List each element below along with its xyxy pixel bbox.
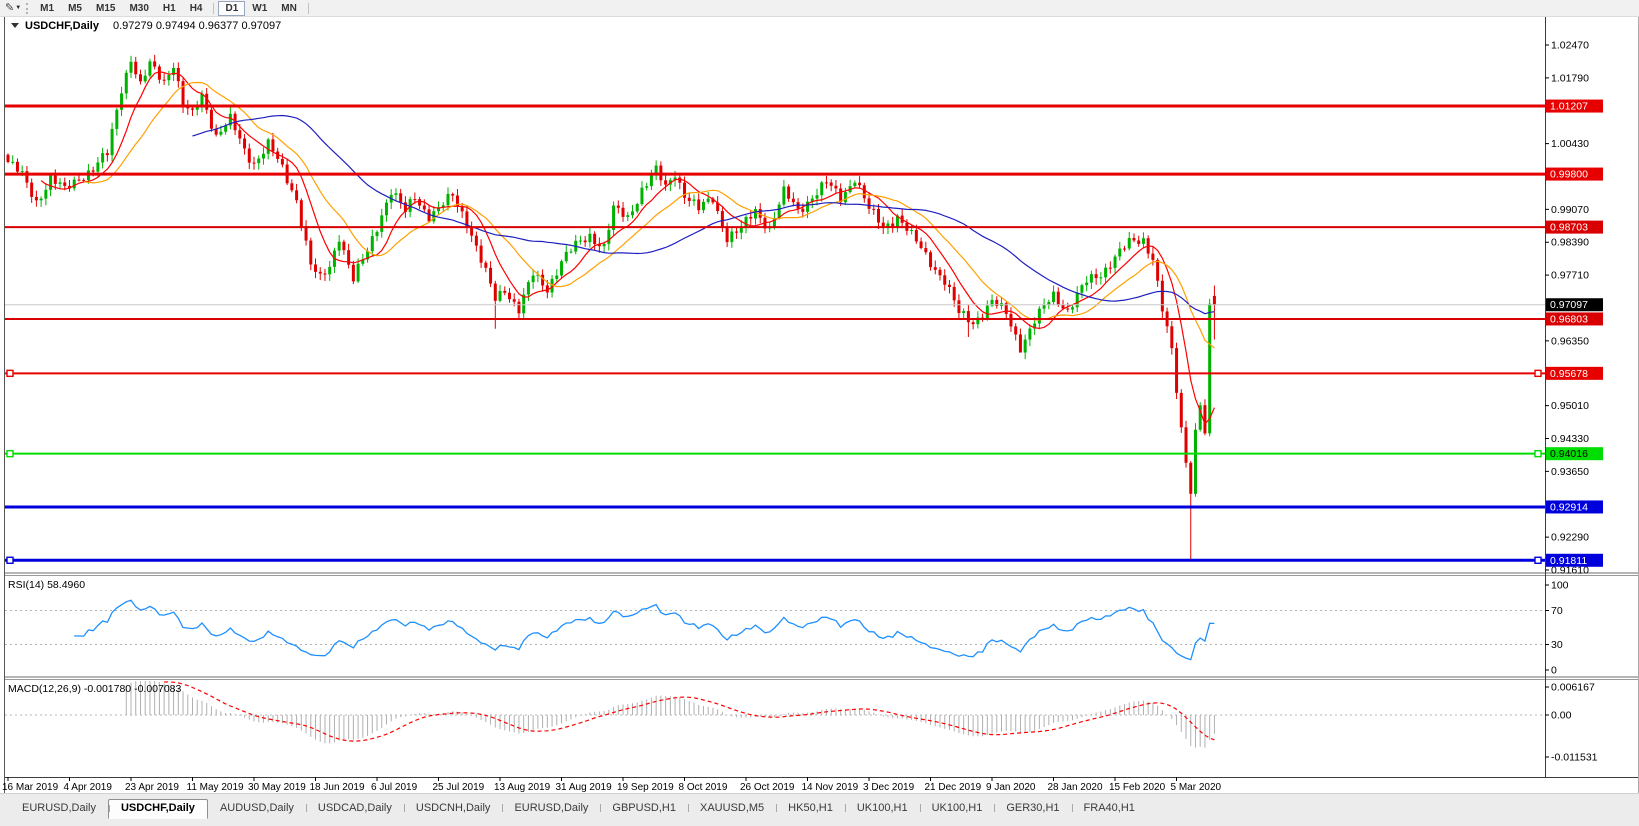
svg-text:4 Apr 2019: 4 Apr 2019 bbox=[64, 782, 113, 793]
chevron-down-icon[interactable]: ▼ bbox=[15, 5, 21, 11]
chart-tab-usdchf-daily[interactable]: USDCHF,Daily bbox=[108, 799, 208, 819]
chart-generated-graphics: 1.02470 1.01790 1.00430 0.99070 0.98390 0.977… bbox=[0, 16, 1639, 793]
svg-text:13 Aug 2019: 13 Aug 2019 bbox=[494, 782, 551, 793]
svg-text:26 Oct 2019: 26 Oct 2019 bbox=[740, 782, 795, 793]
timeframe-button-d1[interactable]: D1 bbox=[218, 1, 245, 16]
timeframe-button-mn[interactable]: MN bbox=[274, 1, 304, 16]
chart-tab-ger30-h1[interactable]: GER30,H1 bbox=[994, 799, 1071, 818]
toolbar: ✎ ▼ M1M5M15M30H1H4 D1W1MN bbox=[0, 0, 1639, 17]
svg-text:28 Jan 2020: 28 Jan 2020 bbox=[1048, 782, 1103, 793]
svg-text:-0.011531: -0.011531 bbox=[1551, 751, 1598, 763]
chart-tab-hk50-h1[interactable]: HK50,H1 bbox=[776, 799, 845, 818]
svg-text:0.96803: 0.96803 bbox=[1550, 313, 1588, 325]
line-handle[interactable] bbox=[1535, 451, 1541, 457]
svg-text:0.98703: 0.98703 bbox=[1550, 222, 1588, 234]
chart-tab-uk100-h1[interactable]: UK100,H1 bbox=[920, 799, 995, 818]
chart-title-symbol: USDCHF,Daily bbox=[25, 20, 100, 32]
svg-text:0.99800: 0.99800 bbox=[1550, 169, 1588, 181]
timeframe-button-m30[interactable]: M30 bbox=[122, 1, 155, 16]
line-handle[interactable] bbox=[7, 557, 13, 563]
line-handle[interactable] bbox=[1535, 557, 1541, 563]
svg-text:0.97097: 0.97097 bbox=[1550, 299, 1588, 311]
svg-text:0.92290: 0.92290 bbox=[1551, 532, 1589, 544]
chart-tab-fra40-h1[interactable]: FRA40,H1 bbox=[1072, 799, 1147, 818]
timeframe-button-h1[interactable]: H1 bbox=[156, 1, 183, 16]
chart-tab-eurusd-daily[interactable]: EURUSD,Daily bbox=[502, 799, 600, 818]
svg-text:1.00430: 1.00430 bbox=[1551, 138, 1589, 150]
svg-text:100: 100 bbox=[1551, 580, 1569, 592]
timeframe-button-m1[interactable]: M1 bbox=[33, 1, 61, 16]
chart-title-ohlc: 0.97279 0.97494 0.96377 0.97097 bbox=[113, 20, 281, 32]
svg-text:0.91811: 0.91811 bbox=[1550, 555, 1587, 567]
svg-text:0.96350: 0.96350 bbox=[1551, 335, 1589, 347]
timeframe-buttons: M1M5M15M30H1H4 D1W1MN bbox=[33, 0, 313, 16]
chart-tab-eurusd-daily[interactable]: EURUSD,Daily bbox=[10, 799, 108, 818]
chart-tab-audusd-daily[interactable]: AUDUSD,Daily bbox=[208, 799, 306, 818]
svg-text:15 Feb 2020: 15 Feb 2020 bbox=[1109, 782, 1166, 793]
svg-text:1.01790: 1.01790 bbox=[1551, 72, 1589, 84]
svg-text:18 Jun 2019: 18 Jun 2019 bbox=[310, 782, 365, 793]
svg-text:8 Oct 2019: 8 Oct 2019 bbox=[679, 782, 728, 793]
svg-text:0.97710: 0.97710 bbox=[1551, 270, 1589, 282]
svg-text:0: 0 bbox=[1551, 665, 1557, 677]
svg-text:3 Dec 2019: 3 Dec 2019 bbox=[863, 782, 915, 793]
svg-text:31 Aug 2019: 31 Aug 2019 bbox=[556, 782, 613, 793]
timeframe-button-w1[interactable]: W1 bbox=[245, 1, 274, 16]
svg-text:21 Dec 2019: 21 Dec 2019 bbox=[925, 782, 982, 793]
svg-text:0.95678: 0.95678 bbox=[1550, 368, 1588, 380]
svg-text:70: 70 bbox=[1551, 605, 1563, 617]
timeframe-button-h4[interactable]: H4 bbox=[183, 1, 210, 16]
rsi-indicator-label: RSI(14) 58.4960 bbox=[8, 579, 85, 591]
toolbar-separator bbox=[308, 3, 309, 14]
svg-text:0.95010: 0.95010 bbox=[1551, 400, 1589, 412]
svg-text:0.006167: 0.006167 bbox=[1551, 682, 1595, 694]
line-handle[interactable] bbox=[7, 451, 13, 457]
svg-text:19 Sep 2019: 19 Sep 2019 bbox=[617, 782, 674, 793]
chart-tab-gbpusd-h1[interactable]: GBPUSD,H1 bbox=[600, 799, 688, 818]
draw-tool-icon[interactable]: ✎ bbox=[5, 1, 14, 15]
svg-text:11 May 2019: 11 May 2019 bbox=[187, 782, 245, 793]
svg-text:5 Mar 2020: 5 Mar 2020 bbox=[1171, 782, 1222, 793]
macd-indicator-label: MACD(12,26,9) -0.001780 -0.007083 bbox=[8, 683, 182, 695]
svg-text:0.99070: 0.99070 bbox=[1551, 204, 1589, 216]
svg-text:6 Jul 2019: 6 Jul 2019 bbox=[371, 782, 418, 793]
svg-text:25 Jul 2019: 25 Jul 2019 bbox=[433, 782, 485, 793]
chart-tabs-bar: EURUSD,DailyUSDCHF,DailyAUDUSD,DailyUSDC… bbox=[0, 793, 1639, 826]
chart-tab-usdcnh-daily[interactable]: USDCNH,Daily bbox=[404, 799, 503, 818]
trading-terminal-window: ✎ ▼ M1M5M15M30H1H4D1W1MN 1.024701.017901… bbox=[0, 0, 1639, 826]
svg-text:16 Mar 2019: 16 Mar 2019 bbox=[2, 782, 59, 793]
svg-text:0.94016: 0.94016 bbox=[1550, 448, 1588, 460]
timeframe-button-m5[interactable]: M5 bbox=[61, 1, 89, 16]
price-chart-canvas[interactable]: 1.02470 1.01790 1.00430 0.99070 0.98390 0.977… bbox=[0, 16, 1639, 793]
svg-text:1.02470: 1.02470 bbox=[1551, 40, 1589, 52]
svg-text:30 May 2019: 30 May 2019 bbox=[248, 782, 306, 793]
svg-text:0.92914: 0.92914 bbox=[1550, 501, 1588, 513]
svg-text:0.00: 0.00 bbox=[1551, 710, 1572, 722]
line-handle[interactable] bbox=[1535, 370, 1541, 376]
line-handle[interactable] bbox=[7, 370, 13, 376]
toolbar-grip[interactable] bbox=[26, 3, 28, 14]
svg-text:23 Apr 2019: 23 Apr 2019 bbox=[125, 782, 179, 793]
svg-text:0.93650: 0.93650 bbox=[1551, 466, 1589, 478]
chart-tab-usdcad-daily[interactable]: USDCAD,Daily bbox=[306, 799, 404, 818]
svg-text:9 Jan 2020: 9 Jan 2020 bbox=[986, 782, 1036, 793]
svg-text:1.01207: 1.01207 bbox=[1550, 101, 1588, 113]
timeframe-button-m15[interactable]: M15 bbox=[89, 1, 122, 16]
svg-text:0.94330: 0.94330 bbox=[1551, 433, 1589, 445]
svg-text:0.98390: 0.98390 bbox=[1551, 237, 1589, 249]
svg-text:30: 30 bbox=[1551, 639, 1563, 651]
chart-tab-uk100-h1[interactable]: UK100,H1 bbox=[845, 799, 920, 818]
toolbar-separator bbox=[213, 3, 214, 14]
svg-text:14 Nov 2019: 14 Nov 2019 bbox=[802, 782, 859, 793]
chart-tab-xauusd-m5[interactable]: XAUUSD,M5 bbox=[688, 799, 776, 818]
